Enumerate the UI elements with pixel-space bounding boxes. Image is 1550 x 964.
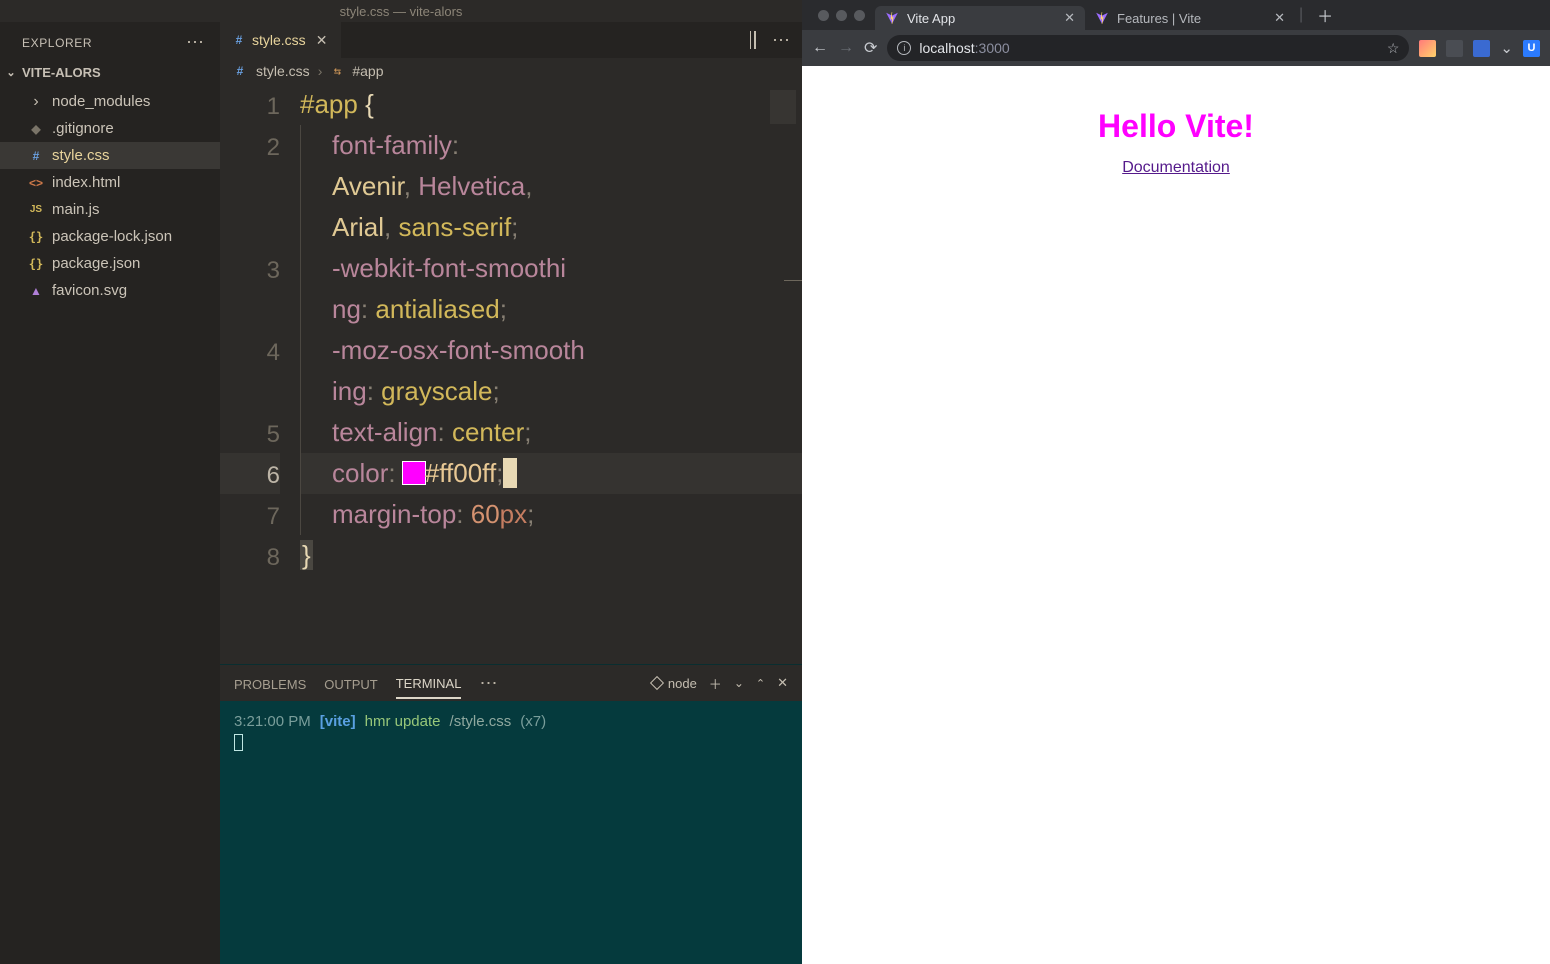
vscode-titlebar: style.css — vite-alors bbox=[0, 0, 802, 22]
chev-icon: › bbox=[28, 94, 44, 110]
file-label: main.js bbox=[52, 201, 100, 218]
close-panel-icon[interactable]: ✕ bbox=[777, 675, 788, 691]
file-label: node_modules bbox=[52, 93, 150, 110]
json-icon: {} bbox=[28, 229, 44, 245]
terminal-dropdown-icon[interactable]: ⌄ bbox=[734, 676, 744, 690]
extension-icons: ⌄ U bbox=[1419, 39, 1540, 57]
code-editor[interactable]: 12345678 #app {font-family:Avenir, Helve… bbox=[220, 84, 802, 664]
file-favicon-svg[interactable]: ▲ favicon.svg bbox=[0, 277, 220, 304]
project-name: VITE-ALORS bbox=[22, 65, 101, 80]
browser-tab-active[interactable]: Vite App ✕ bbox=[875, 6, 1085, 30]
file-style-css[interactable]: # style.css bbox=[0, 142, 220, 169]
new-tab-button[interactable]: ＋ bbox=[1307, 0, 1343, 31]
terminal-output[interactable]: 3:21:00 PM [vite] hmr update /style.css … bbox=[220, 701, 802, 964]
split-editor-icon[interactable] bbox=[754, 32, 756, 48]
browser-tab[interactable]: Features | Vite ✕ bbox=[1085, 6, 1295, 30]
css-icon: # bbox=[28, 148, 44, 164]
editor-tabbar: # style.css ✕ ⋯ bbox=[220, 22, 802, 58]
svg-icon: ▲ bbox=[28, 283, 44, 299]
window-controls[interactable] bbox=[808, 10, 875, 21]
tab-title: Vite App bbox=[907, 11, 955, 26]
close-tab-icon[interactable]: ✕ bbox=[1064, 10, 1075, 26]
page-content: Hello Vite! Documentation bbox=[802, 66, 1550, 964]
address-bar[interactable]: i localhost:3000 ☆ bbox=[887, 35, 1409, 61]
maximize-panel-icon[interactable]: ⌃ bbox=[756, 677, 765, 690]
file-label: package.json bbox=[52, 255, 140, 272]
file-label: .gitignore bbox=[52, 120, 114, 137]
file-label: index.html bbox=[52, 174, 120, 191]
chevron-down-icon: ⌄ bbox=[4, 66, 18, 79]
css-file-icon: # bbox=[232, 33, 246, 47]
terminal-cursor bbox=[234, 734, 243, 751]
file-package-lock-json[interactable]: {} package-lock.json bbox=[0, 223, 220, 250]
file-label: package-lock.json bbox=[52, 228, 172, 245]
close-tab-icon[interactable]: ✕ bbox=[312, 32, 332, 49]
git-icon: ◆ bbox=[28, 121, 44, 137]
file-main-js[interactable]: JS main.js bbox=[0, 196, 220, 223]
css-file-icon: # bbox=[232, 63, 248, 79]
breadcrumb-symbol[interactable]: #app bbox=[352, 63, 383, 79]
vscode-window: style.css — vite-alors EXPLORER ⋯ ⌄ VITE… bbox=[0, 0, 802, 964]
site-info-icon[interactable]: i bbox=[897, 41, 911, 55]
editor-more-icon[interactable]: ⋯ bbox=[772, 30, 792, 51]
explorer-more-icon[interactable]: ⋯ bbox=[186, 32, 206, 53]
extension-icon[interactable] bbox=[1473, 40, 1490, 57]
tab-output[interactable]: OUTPUT bbox=[324, 669, 377, 698]
documentation-link[interactable]: Documentation bbox=[1122, 159, 1230, 177]
tab-terminal[interactable]: TERMINAL bbox=[396, 668, 462, 699]
breadcrumb-file[interactable]: style.css bbox=[256, 63, 310, 79]
terminal-task-label[interactable]: node bbox=[652, 676, 697, 691]
tab-label: style.css bbox=[252, 32, 306, 48]
extension-icon[interactable] bbox=[1419, 40, 1436, 57]
back-button[interactable]: ← bbox=[812, 39, 828, 57]
project-header[interactable]: ⌄ VITE-ALORS bbox=[0, 59, 220, 86]
url-host: localhost bbox=[919, 40, 974, 56]
bottom-panel: PROBLEMS OUTPUT TERMINAL ⋯ node ＋ ⌄ ⌃ ✕ bbox=[220, 664, 802, 964]
file-label: style.css bbox=[52, 147, 110, 164]
file-tree: › node_modules ◆ .gitignore # style.css <> inde… bbox=[0, 86, 220, 306]
explorer-title: EXPLORER bbox=[22, 36, 92, 50]
file--gitignore[interactable]: ◆ .gitignore bbox=[0, 115, 220, 142]
browser-tabstrip: Vite App ✕ Features | Vite ✕ | ＋ bbox=[802, 0, 1550, 30]
file-node-modules[interactable]: › node_modules bbox=[0, 88, 220, 115]
extension-icon[interactable]: U bbox=[1523, 40, 1540, 57]
new-terminal-icon[interactable]: ＋ bbox=[709, 674, 722, 693]
breadcrumbs[interactable]: # style.css › ⇆ #app bbox=[220, 58, 802, 84]
explorer-sidebar: EXPLORER ⋯ ⌄ VITE-ALORS › node_modules ◆ .g… bbox=[0, 22, 220, 964]
file-index-html[interactable]: <> index.html bbox=[0, 169, 220, 196]
vite-favicon-icon bbox=[885, 11, 899, 25]
forward-button[interactable]: → bbox=[838, 39, 854, 57]
tab-problems[interactable]: PROBLEMS bbox=[234, 669, 306, 698]
reload-button[interactable]: ⟳ bbox=[864, 38, 877, 58]
js-icon: JS bbox=[28, 202, 44, 218]
page-heading: Hello Vite! bbox=[802, 108, 1550, 145]
html-icon: <> bbox=[28, 175, 44, 191]
vite-favicon-icon bbox=[1095, 11, 1109, 25]
json-icon: {} bbox=[28, 256, 44, 272]
file-label: favicon.svg bbox=[52, 282, 127, 299]
tab-title: Features | Vite bbox=[1117, 11, 1201, 26]
extension-icon[interactable] bbox=[1446, 40, 1463, 57]
file-package-json[interactable]: {} package.json bbox=[0, 250, 220, 277]
tab-style-css[interactable]: # style.css ✕ bbox=[220, 22, 341, 58]
panel-more-icon[interactable]: ⋯ bbox=[479, 673, 499, 694]
chevron-right-icon: › bbox=[318, 63, 323, 79]
url-port: :3000 bbox=[975, 40, 1010, 56]
close-tab-icon[interactable]: ✕ bbox=[1274, 10, 1285, 26]
symbol-icon: ⇆ bbox=[330, 64, 344, 78]
bookmark-icon[interactable]: ☆ bbox=[1387, 40, 1400, 57]
browser-window: Vite App ✕ Features | Vite ✕ | ＋ ← → ⟳ i… bbox=[802, 0, 1550, 964]
pocket-icon[interactable]: ⌄ bbox=[1500, 39, 1513, 57]
browser-toolbar: ← → ⟳ i localhost:3000 ☆ ⌄ U bbox=[802, 30, 1550, 66]
